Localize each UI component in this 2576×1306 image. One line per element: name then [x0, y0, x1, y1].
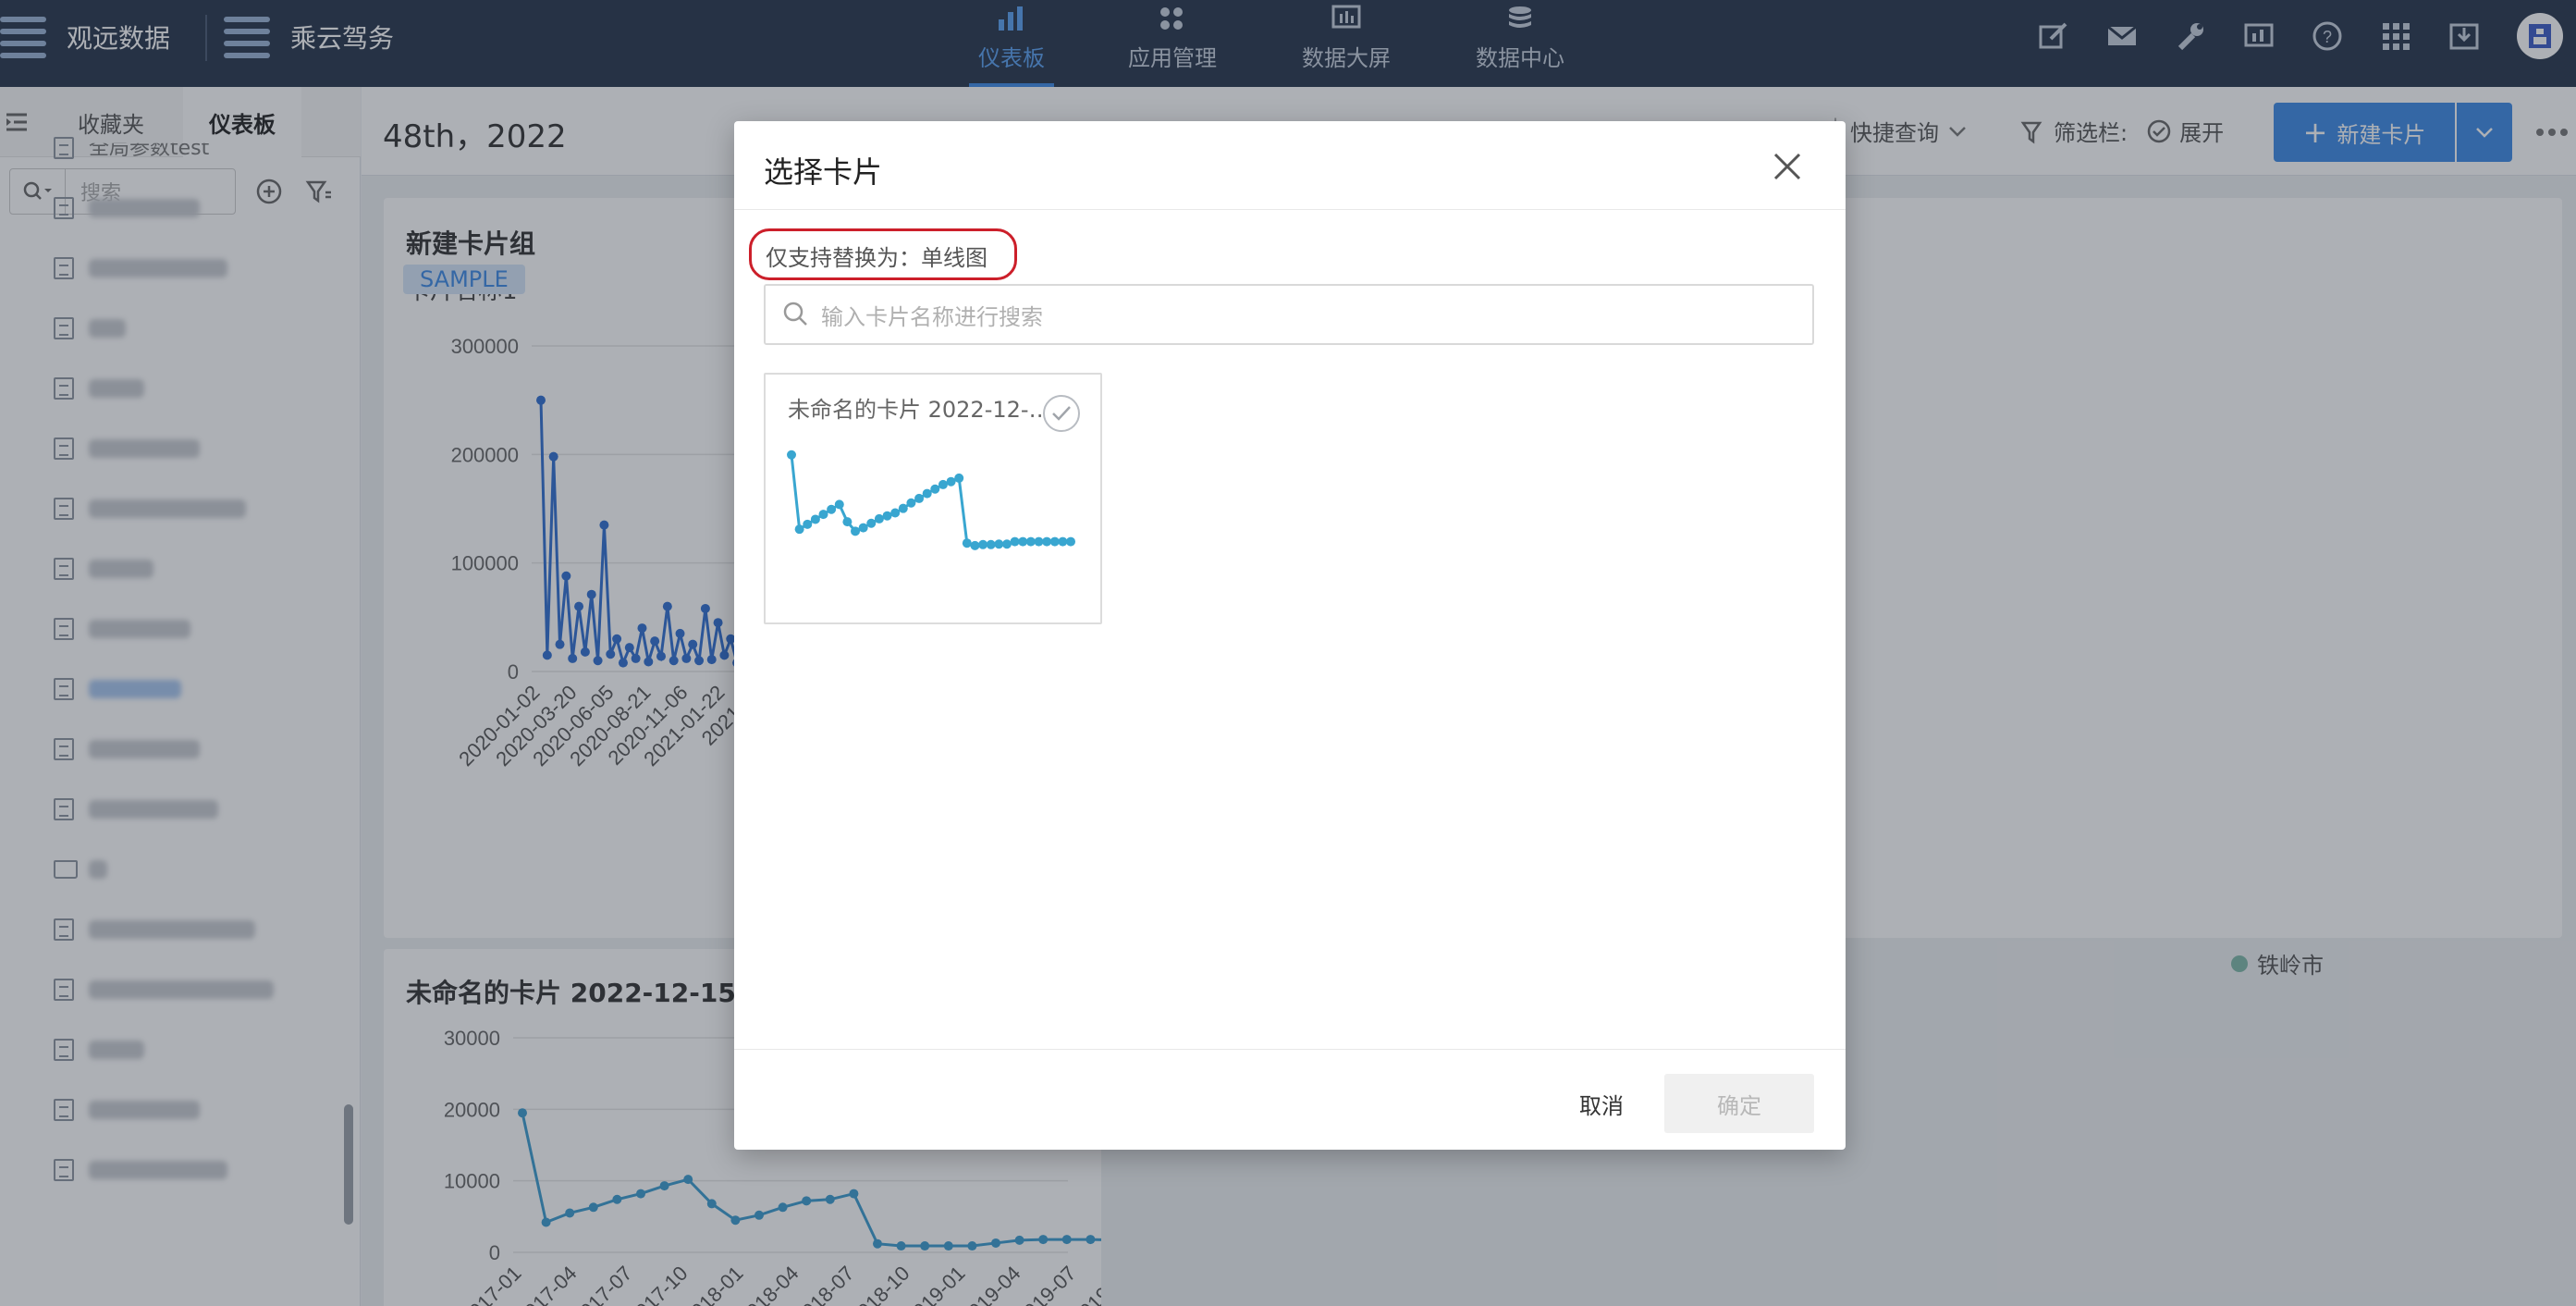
search-icon — [783, 302, 807, 326]
data-point — [962, 538, 972, 548]
data-point — [794, 524, 804, 535]
data-point — [1042, 536, 1052, 547]
select-check-icon[interactable] — [1043, 395, 1080, 432]
data-point — [851, 526, 861, 536]
data-point — [1034, 536, 1044, 547]
data-point — [898, 503, 908, 513]
data-point — [882, 511, 892, 521]
data-point — [1058, 536, 1068, 547]
dialog-footer: 取消 确定 — [734, 1049, 1846, 1150]
data-point — [986, 539, 996, 549]
data-point — [1049, 536, 1060, 547]
data-point — [1066, 536, 1075, 547]
data-point — [938, 479, 948, 489]
data-point — [842, 517, 853, 527]
dialog-title: 选择卡片 — [764, 154, 883, 190]
cancel-button[interactable]: 取消 — [1548, 1074, 1655, 1133]
data-point — [946, 476, 956, 487]
data-point — [834, 499, 844, 510]
data-point — [787, 450, 796, 460]
card-search-input[interactable]: 输入卡片名称进行搜索 — [764, 284, 1814, 345]
data-point — [1001, 539, 1012, 549]
dialog-header: 选择卡片 — [734, 121, 1846, 210]
data-point — [803, 519, 813, 529]
data-point — [954, 473, 964, 483]
notice-highlight — [749, 228, 1017, 280]
series-line — [790, 454, 1071, 548]
data-point — [930, 484, 940, 494]
data-point — [906, 498, 916, 508]
select-card-dialog: 选择卡片 仅支持替换为：单线图 输入卡片名称进行搜索 未命名的卡片 2022-1… — [734, 121, 1846, 1150]
search-placeholder: 输入卡片名称进行搜索 — [821, 303, 1043, 330]
data-point — [874, 513, 884, 524]
data-point — [827, 504, 837, 514]
data-point — [810, 514, 820, 524]
card-option[interactable]: 未命名的卡片 2022-12-15 1 — [764, 373, 1102, 624]
confirm-button[interactable]: 确定 — [1664, 1074, 1814, 1133]
data-point — [1010, 536, 1020, 547]
data-point — [1025, 536, 1036, 547]
close-icon[interactable] — [1770, 149, 1805, 184]
data-point — [978, 539, 988, 549]
data-point — [922, 488, 932, 499]
data-point — [818, 510, 828, 520]
data-point — [914, 493, 925, 503]
data-point — [994, 539, 1004, 549]
data-point — [858, 523, 868, 533]
card-option-title: 未命名的卡片 2022-12-15 1 — [788, 397, 1056, 423]
data-point — [890, 508, 901, 518]
card-thumbnail-chart — [787, 450, 1075, 550]
data-point — [866, 518, 877, 528]
data-point — [970, 540, 980, 550]
data-point — [1018, 536, 1028, 547]
